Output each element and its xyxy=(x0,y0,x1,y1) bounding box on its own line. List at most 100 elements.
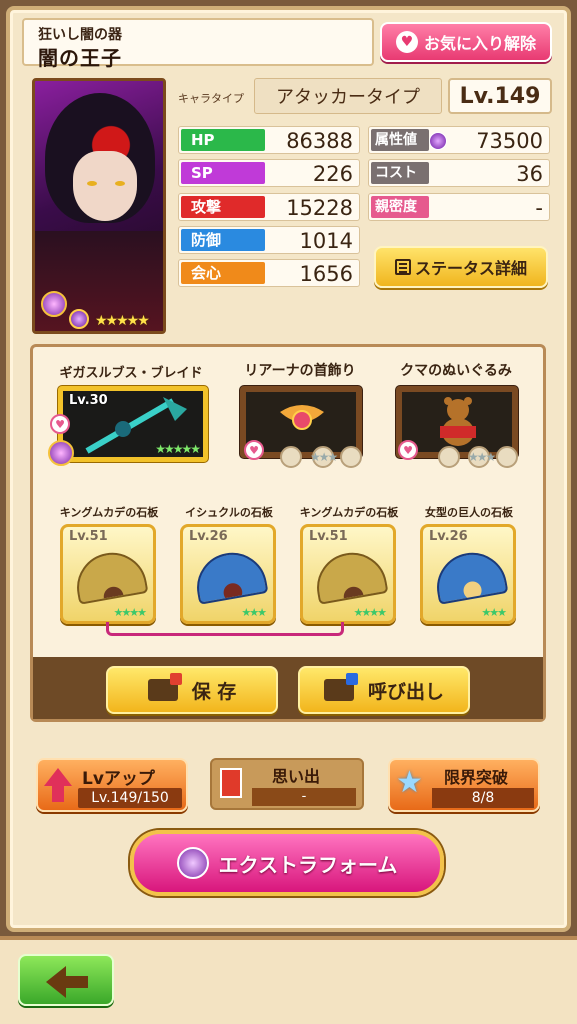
star-icon: ★ xyxy=(396,765,423,800)
status-detail-label: ステータス詳細 xyxy=(414,259,527,278)
stat-attribute-label: 属性値 xyxy=(371,129,429,151)
level-up-value: Lv.149/150 xyxy=(78,788,182,808)
up-arrow-stem xyxy=(52,784,64,802)
portrait-eye xyxy=(115,181,125,186)
limit-break-label: 限界突破 xyxy=(444,768,509,787)
save-label: 保 存 xyxy=(191,680,237,703)
stat-hp-value: 86388 xyxy=(286,129,353,153)
unfavorite-button[interactable]: ♥ お気に入り解除 xyxy=(380,22,552,62)
load-label: 呼び出し xyxy=(367,680,444,703)
necklace-icon xyxy=(280,405,324,430)
stone-slot-2[interactable]: Lv.26 ★★★ xyxy=(180,524,276,624)
back-arrow-stem xyxy=(64,976,88,988)
stat-defense-value: 1014 xyxy=(299,229,353,253)
teddy-bear-icon xyxy=(440,397,476,446)
rune-slot-icon xyxy=(438,446,460,468)
character-level: Lv.149 xyxy=(448,78,552,114)
char-type-label: キャラタイプ xyxy=(178,92,244,105)
stone-stars: ★★★ xyxy=(481,606,507,619)
stone-level: Lv.51 xyxy=(309,529,348,544)
equip-slot-weapon[interactable]: Lv.30 ★★★★★ xyxy=(58,386,208,462)
favorite-lock-icon: ♥ xyxy=(244,440,264,460)
memories-button[interactable]: 思い出 - xyxy=(210,758,364,810)
stone-name: イシュクルの石板 xyxy=(185,506,273,519)
level-up-label: Lvアップ xyxy=(82,769,155,789)
stone-stars: ★★★★ xyxy=(113,606,147,619)
heart-key-icon: ♥ xyxy=(395,31,418,53)
stat-defense: 防御 1014 xyxy=(178,226,360,254)
memories-label: 思い出 xyxy=(272,767,321,786)
stat-sp-label: SP xyxy=(181,162,265,184)
stat-critical-value: 1656 xyxy=(299,262,353,286)
character-title-box: 狂いし闇の器 闇の王子 xyxy=(22,18,374,70)
back-arrow-icon xyxy=(46,966,66,998)
stat-cost-value: 36 xyxy=(516,162,543,186)
unfavorite-label: お気に入り解除 xyxy=(423,34,536,53)
back-button[interactable] xyxy=(18,954,114,1006)
favorite-lock-icon: ♥ xyxy=(50,414,70,434)
stone-tablet-icon xyxy=(191,547,269,605)
rarity-stars: ★★★★★ xyxy=(95,313,150,329)
dark-orb-icon xyxy=(429,132,447,150)
stone-tablet-icon xyxy=(431,547,509,605)
save-button[interactable]: 保 存 xyxy=(106,666,278,714)
stat-attack: 攻撃 15228 xyxy=(178,193,360,221)
stat-attribute-value: 73500 xyxy=(476,129,543,153)
stone-tablet-icon xyxy=(311,547,389,605)
char-type-value: アタッカータイプ xyxy=(254,78,442,114)
stone-stars: ★★★ xyxy=(241,606,267,619)
stat-affinity: 親密度 - xyxy=(368,193,550,221)
stone-slot-3[interactable]: Lv.51 ★★★★ xyxy=(300,524,396,624)
memories-value: - xyxy=(252,788,356,806)
load-icon xyxy=(323,673,358,701)
stone-tablet-icon xyxy=(71,547,149,605)
stone-stars: ★★★★ xyxy=(353,606,387,619)
extra-form-orb-icon xyxy=(176,847,209,879)
equip-weapon-stars: ★★★★★ xyxy=(155,442,201,456)
extra-form-badge-icon xyxy=(41,291,67,317)
dark-attribute-orb-icon xyxy=(69,309,89,329)
save-icon xyxy=(147,673,182,701)
limit-break-value: 8/8 xyxy=(432,788,534,808)
extra-form-button[interactable]: エクストラフォーム xyxy=(130,830,444,896)
load-button[interactable]: 呼び出し xyxy=(298,666,470,714)
stat-critical-label: 会心 xyxy=(181,262,265,284)
stone-slot-1[interactable]: Lv.51 ★★★★ xyxy=(60,524,156,624)
stat-hp-label: HP xyxy=(181,129,265,151)
stat-affinity-value: - xyxy=(535,196,543,220)
book-icon xyxy=(220,768,242,798)
stone-slot-4[interactable]: Lv.26 ★★★ xyxy=(420,524,516,624)
stat-affinity-label: 親密度 xyxy=(371,196,429,218)
favorite-lock-icon: ♥ xyxy=(398,440,418,460)
stone-name: キングムカデの石板 xyxy=(59,506,159,519)
stat-hp: HP 86388 xyxy=(178,126,360,154)
stone-name: 女型の巨人の石板 xyxy=(425,506,513,519)
character-name: 闇の王子 xyxy=(38,46,122,70)
stone-level: Lv.26 xyxy=(429,529,468,544)
equip-name-weapon: ギガスルブス・ブレイド xyxy=(59,366,203,381)
limit-break-button[interactable]: ★ 限界突破 8/8 xyxy=(388,758,540,812)
stone-level: Lv.26 xyxy=(189,529,228,544)
stone-name: キングムカデの石板 xyxy=(299,506,399,519)
rune-slot-icon xyxy=(280,446,302,468)
stat-sp-value: 226 xyxy=(312,162,353,186)
status-detail-button[interactable]: ステータス詳細 xyxy=(374,246,548,288)
stat-defense-label: 防御 xyxy=(181,229,265,251)
stat-sp: SP 226 xyxy=(178,159,360,187)
stone-link-indicator xyxy=(106,622,344,636)
stat-cost-label: コスト xyxy=(371,162,429,184)
character-subtitle: 狂いし闇の器 xyxy=(38,27,122,43)
stone-level: Lv.51 xyxy=(69,529,108,544)
list-icon xyxy=(394,259,411,275)
equip-name-accessory: リアーナの首飾り xyxy=(244,363,356,379)
extra-form-label: エクストラフォーム xyxy=(218,852,398,877)
stat-cost: コスト 36 xyxy=(368,159,550,187)
stat-attack-value: 15228 xyxy=(286,196,353,220)
level-up-button[interactable]: Lvアップ Lv.149/150 xyxy=(36,758,188,812)
stat-attribute: 属性値 73500 xyxy=(368,126,550,154)
equip-name-item: クマのぬいぐるみ xyxy=(400,363,512,379)
character-portrait[interactable]: ★★★★★ xyxy=(32,78,166,334)
stat-critical: 会心 1656 xyxy=(178,259,360,287)
extra-form-badge-icon xyxy=(48,440,74,466)
stat-attack-label: 攻撃 xyxy=(181,196,265,218)
